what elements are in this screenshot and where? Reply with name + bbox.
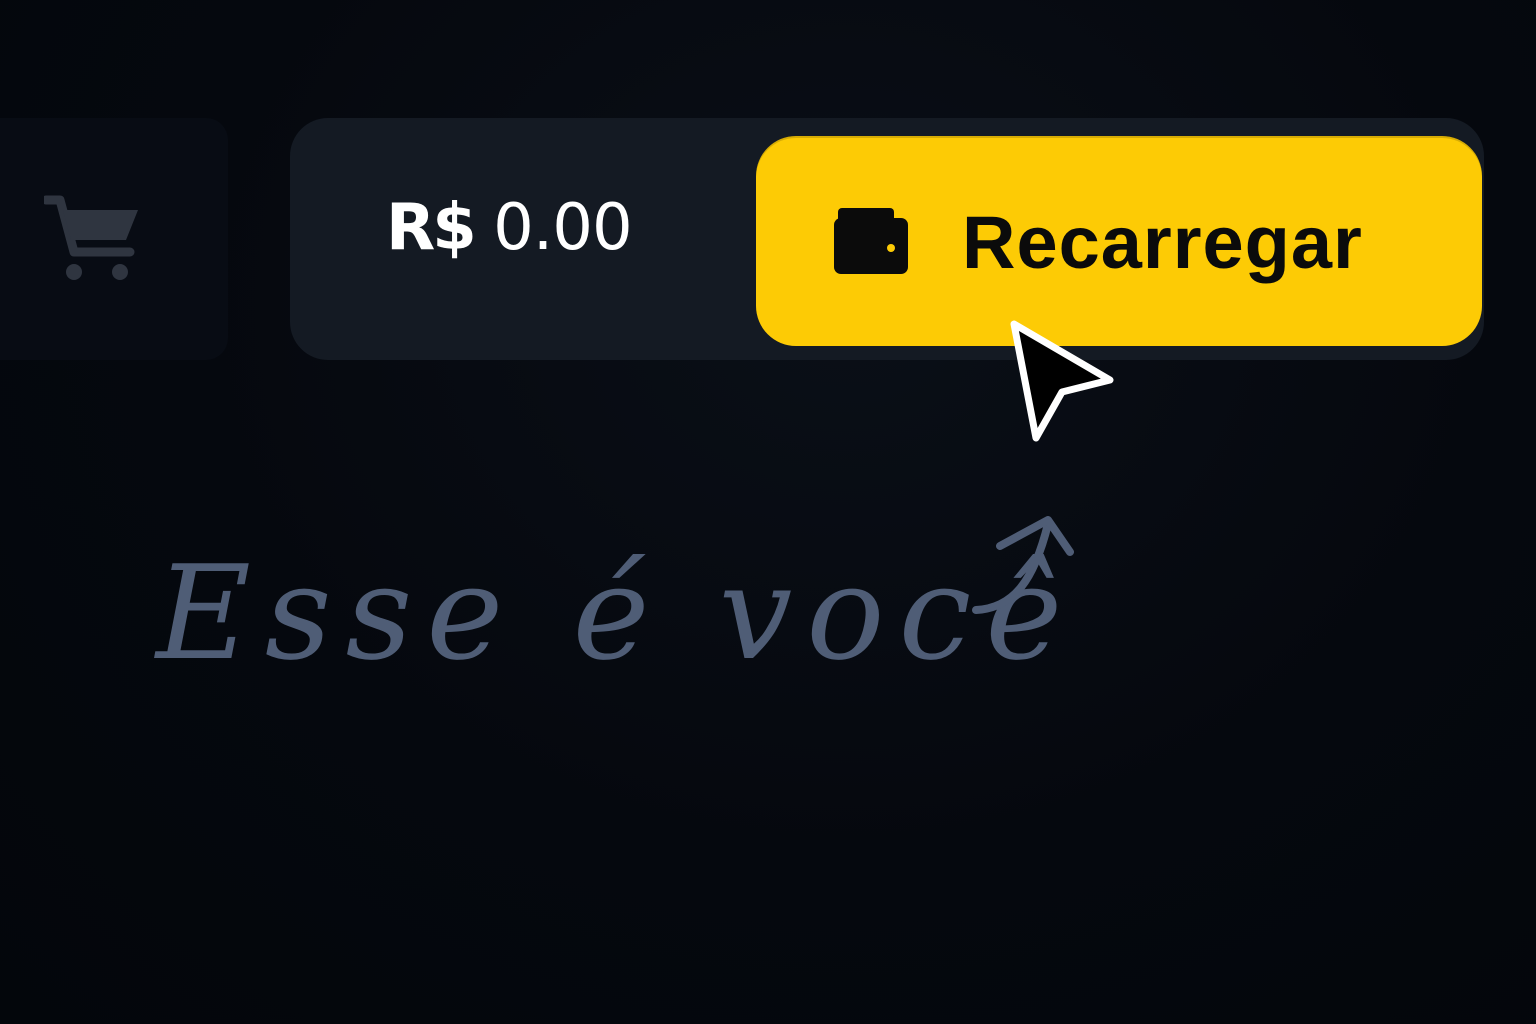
handwritten-annotation: Esse é você [156, 537, 1077, 689]
curved-arrow-icon [972, 516, 1074, 614]
wallet-icon [834, 208, 908, 274]
cart-button[interactable] [0, 118, 228, 360]
recharge-button-label: Recarregar [962, 201, 1363, 284]
cart-icon [44, 195, 138, 280]
recharge-button[interactable]: Recarregar [756, 136, 1482, 346]
mouse-cursor-icon [1010, 320, 1114, 442]
app-screen: R$ 0.00 Recarregar Esse é você [0, 0, 1536, 1024]
wallet-bar: R$ 0.00 Recarregar [290, 118, 1484, 360]
balance-display: R$ 0.00 [386, 196, 633, 260]
balance-amount: 0.00 [493, 191, 632, 265]
balance-currency: R$ [386, 191, 477, 265]
